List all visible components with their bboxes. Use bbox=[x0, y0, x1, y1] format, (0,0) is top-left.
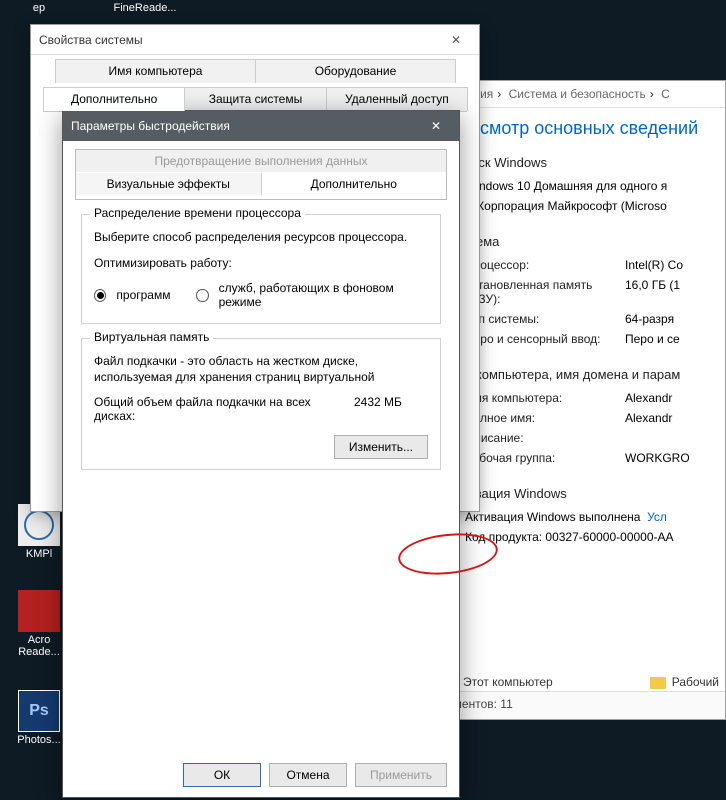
value-pc-name: Alexandr bbox=[625, 391, 715, 405]
radio-background-label: служб, работающих в фоновом режиме bbox=[219, 281, 428, 309]
value-workgroup: WORKGRO bbox=[625, 451, 715, 465]
photoshop-icon[interactable]: Ps bbox=[18, 690, 60, 732]
edition-text: Windows 10 Домашняя для одного я bbox=[465, 179, 667, 193]
group-virtual-memory: Виртуальная память Файл подкачки - это о… bbox=[81, 338, 441, 470]
breadcrumb-item[interactable]: Система и безопасность bbox=[505, 87, 650, 101]
system-properties-title: Свойства системы bbox=[39, 25, 143, 55]
folder-icon bbox=[650, 677, 666, 689]
tab-remote[interactable]: Удаленный доступ bbox=[326, 87, 468, 111]
cpu-optimize-label: Оптимизировать работу: bbox=[94, 255, 428, 271]
group-vm-legend: Виртуальная память bbox=[90, 330, 213, 344]
label-full-name: Полное имя: bbox=[465, 411, 625, 425]
work-folder-label[interactable]: Рабочий bbox=[672, 675, 719, 689]
vm-total-value: 2432 МБ bbox=[348, 395, 428, 409]
value-pen: Перо и се bbox=[625, 332, 715, 346]
close-icon[interactable]: ✕ bbox=[441, 25, 471, 55]
breadcrumb-item[interactable]: С bbox=[657, 87, 674, 101]
cancel-button[interactable]: Отмена bbox=[269, 763, 347, 787]
status-bar: ементов: 11 bbox=[437, 691, 725, 719]
ok-button[interactable]: ОК bbox=[183, 763, 261, 787]
label-desc: Описание: bbox=[465, 431, 625, 445]
product-key: Код продукта: 00327-60000-00000-AА bbox=[465, 530, 674, 544]
section-activation: Активация Windows bbox=[447, 486, 715, 501]
tab-visual-effects[interactable]: Визуальные эффекты bbox=[76, 173, 262, 195]
vm-total-label: Общий объем файла подкачки на всех диска… bbox=[94, 395, 348, 423]
tab-advanced-perf[interactable]: Дополнительно bbox=[262, 173, 447, 195]
cpu-sched-desc: Выберите способ распределения ресурсов п… bbox=[94, 229, 428, 245]
desktop-icon-finereader[interactable]: FineReade... bbox=[100, 2, 190, 14]
label-system-type: Тип системы: bbox=[465, 312, 625, 326]
value-ram: 16,0 ГБ (1 bbox=[625, 278, 715, 306]
apply-button[interactable]: Применить bbox=[355, 763, 447, 787]
value-full-name: Alexandr bbox=[625, 411, 715, 425]
label-pc-name: Имя компьютера: bbox=[465, 391, 625, 405]
activation-terms-link[interactable]: Усл bbox=[647, 510, 667, 524]
vm-desc: Файл подкачки - это область на жестком д… bbox=[94, 353, 428, 385]
copyright-text: © Корпорация Майкрософт (Microso bbox=[465, 199, 667, 213]
page-title: Просмотр основных сведений bbox=[437, 108, 725, 147]
label-cpu: Процессор: bbox=[465, 258, 625, 272]
close-icon[interactable]: ✕ bbox=[421, 111, 451, 141]
desktop-icon-er[interactable]: ер bbox=[4, 2, 74, 14]
tab-system-protection[interactable]: Защита системы bbox=[184, 87, 326, 111]
radio-background[interactable] bbox=[196, 289, 208, 302]
label-ram: Установленная память (ОЗУ): bbox=[465, 278, 625, 306]
label-workgroup: Рабочая группа: bbox=[465, 451, 625, 465]
radio-programs[interactable] bbox=[94, 289, 106, 302]
value-system-type: 64-разря bbox=[625, 312, 715, 326]
section-windows-edition: Выпуск Windows bbox=[447, 155, 715, 170]
tab-dep[interactable]: Предотвращение выполнения данных bbox=[75, 149, 447, 172]
group-cpu-legend: Распределение времени процессора bbox=[90, 206, 305, 220]
group-cpu-scheduling: Распределение времени процессора Выберит… bbox=[81, 214, 441, 324]
tab-hardware[interactable]: Оборудование bbox=[255, 59, 456, 83]
breadcrumb[interactable]: авления› Система и безопасность› С bbox=[437, 81, 725, 108]
performance-options-title: Параметры быстродействия bbox=[71, 111, 230, 141]
tab-advanced[interactable]: Дополнительно bbox=[43, 87, 185, 111]
change-button[interactable]: Изменить... bbox=[334, 435, 428, 459]
label-pen: Перо и сенсорный ввод: bbox=[465, 332, 625, 346]
value-cpu: Intel(R) Co bbox=[625, 258, 715, 272]
section-pc-name: Имя компьютера, имя домена и парам bbox=[447, 367, 715, 382]
section-system: Система bbox=[447, 234, 715, 249]
radio-programs-label: программ bbox=[116, 288, 170, 302]
tab-computer-name[interactable]: Имя компьютера bbox=[55, 59, 256, 83]
this-pc-label[interactable]: Этот компьютер bbox=[463, 675, 553, 689]
acrobat-icon[interactable] bbox=[18, 590, 60, 632]
activation-status: Активация Windows выполнена Усл bbox=[465, 510, 667, 524]
performance-options-dialog: Параметры быстродействия ✕ Предотвращени… bbox=[62, 110, 460, 798]
